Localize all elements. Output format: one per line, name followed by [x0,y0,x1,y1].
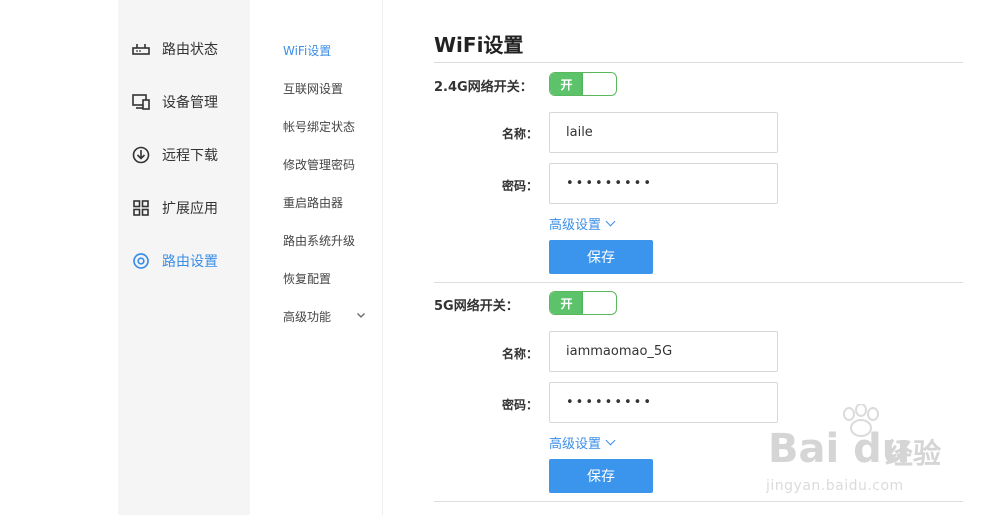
devices-icon [132,94,150,110]
divider [434,282,963,283]
sidebar-item-label: 远程下载 [162,148,218,164]
band5-save-button[interactable]: 保存 [549,459,653,493]
sidebar-item-label: 扩展应用 [162,201,218,217]
sidebar-item-router-status[interactable]: 路由状态 [118,31,250,67]
apps-grid-icon [133,200,149,216]
divider [434,501,963,502]
band24-name-label: 名称： [501,127,538,141]
settings-subnav: WiFi设置 互联网设置 帐号绑定状态 修改管理密码 重启路由器 路由系统升级 … [250,0,383,515]
subnav-item-internet-settings[interactable]: 互联网设置 [283,80,343,97]
divider [434,62,963,63]
watermark-cn: 经验 [885,437,942,470]
subnav-item-system-upgrade[interactable]: 路由系统升级 [283,232,355,249]
baidu-jingyan-watermark: Bai du 经验 jingyan.baidu.com [762,404,962,500]
band5-ssid-input[interactable]: iammaomao_5G [549,331,778,372]
band24-ssid-input[interactable]: laile [549,112,778,153]
sidebar-item-extensions[interactable]: 扩展应用 [118,190,250,226]
sidebar-item-router-settings[interactable]: 路由设置 [118,243,250,279]
band5-password-label: 密码： [501,398,538,412]
subnav-item-advanced-features[interactable]: 高级功能 [283,308,331,325]
primary-sidebar: 路由状态 设备管理 远程下载 扩展应用 路由设置 [118,0,250,515]
page-title: WiFi设置 [434,33,524,57]
gear-icon [133,253,149,269]
band24-switch-label: 2.4G网络开关： [434,80,533,95]
chevron-down-icon[interactable] [356,310,366,320]
sidebar-item-label: 设备管理 [162,95,218,111]
chevron-down-icon [605,435,616,446]
toggle-knob [583,73,616,95]
download-icon [132,146,150,164]
band5-advanced-settings-link[interactable]: 高级设置 [549,433,616,452]
watermark-url: jingyan.baidu.com [766,478,904,494]
router-icon [132,44,150,55]
sidebar-item-device-management[interactable]: 设备管理 [118,84,250,120]
subnav-item-reboot-router[interactable]: 重启路由器 [283,194,343,211]
advanced-settings-label: 高级设置 [549,437,602,452]
band24-password-label: 密码： [501,179,538,193]
sidebar-item-remote-download[interactable]: 远程下载 [118,137,250,173]
toggle-on-text: 开 [550,73,583,95]
sidebar-item-label: 路由设置 [162,254,218,270]
band24-wifi-toggle[interactable]: 开 [549,72,617,96]
band24-advanced-settings-link[interactable]: 高级设置 [549,214,616,233]
subnav-item-restore-config[interactable]: 恢复配置 [283,270,331,287]
subnav-item-account-binding[interactable]: 帐号绑定状态 [283,118,355,135]
toggle-knob [583,292,616,314]
chevron-down-icon [605,216,616,227]
subnav-item-wifi-settings[interactable]: WiFi设置 [283,42,331,59]
subnav-item-change-admin-password[interactable]: 修改管理密码 [283,156,355,173]
sidebar-item-label: 路由状态 [162,42,218,58]
band5-wifi-toggle[interactable]: 开 [549,291,617,315]
advanced-settings-label: 高级设置 [549,218,602,233]
band5-name-label: 名称： [501,347,538,361]
band5-switch-label: 5G网络开关： [434,299,519,314]
band24-password-input[interactable]: ••••••••• [549,163,778,204]
toggle-on-text: 开 [550,292,583,314]
band5-password-input[interactable]: ••••••••• [549,382,778,423]
band24-save-button[interactable]: 保存 [549,240,653,274]
